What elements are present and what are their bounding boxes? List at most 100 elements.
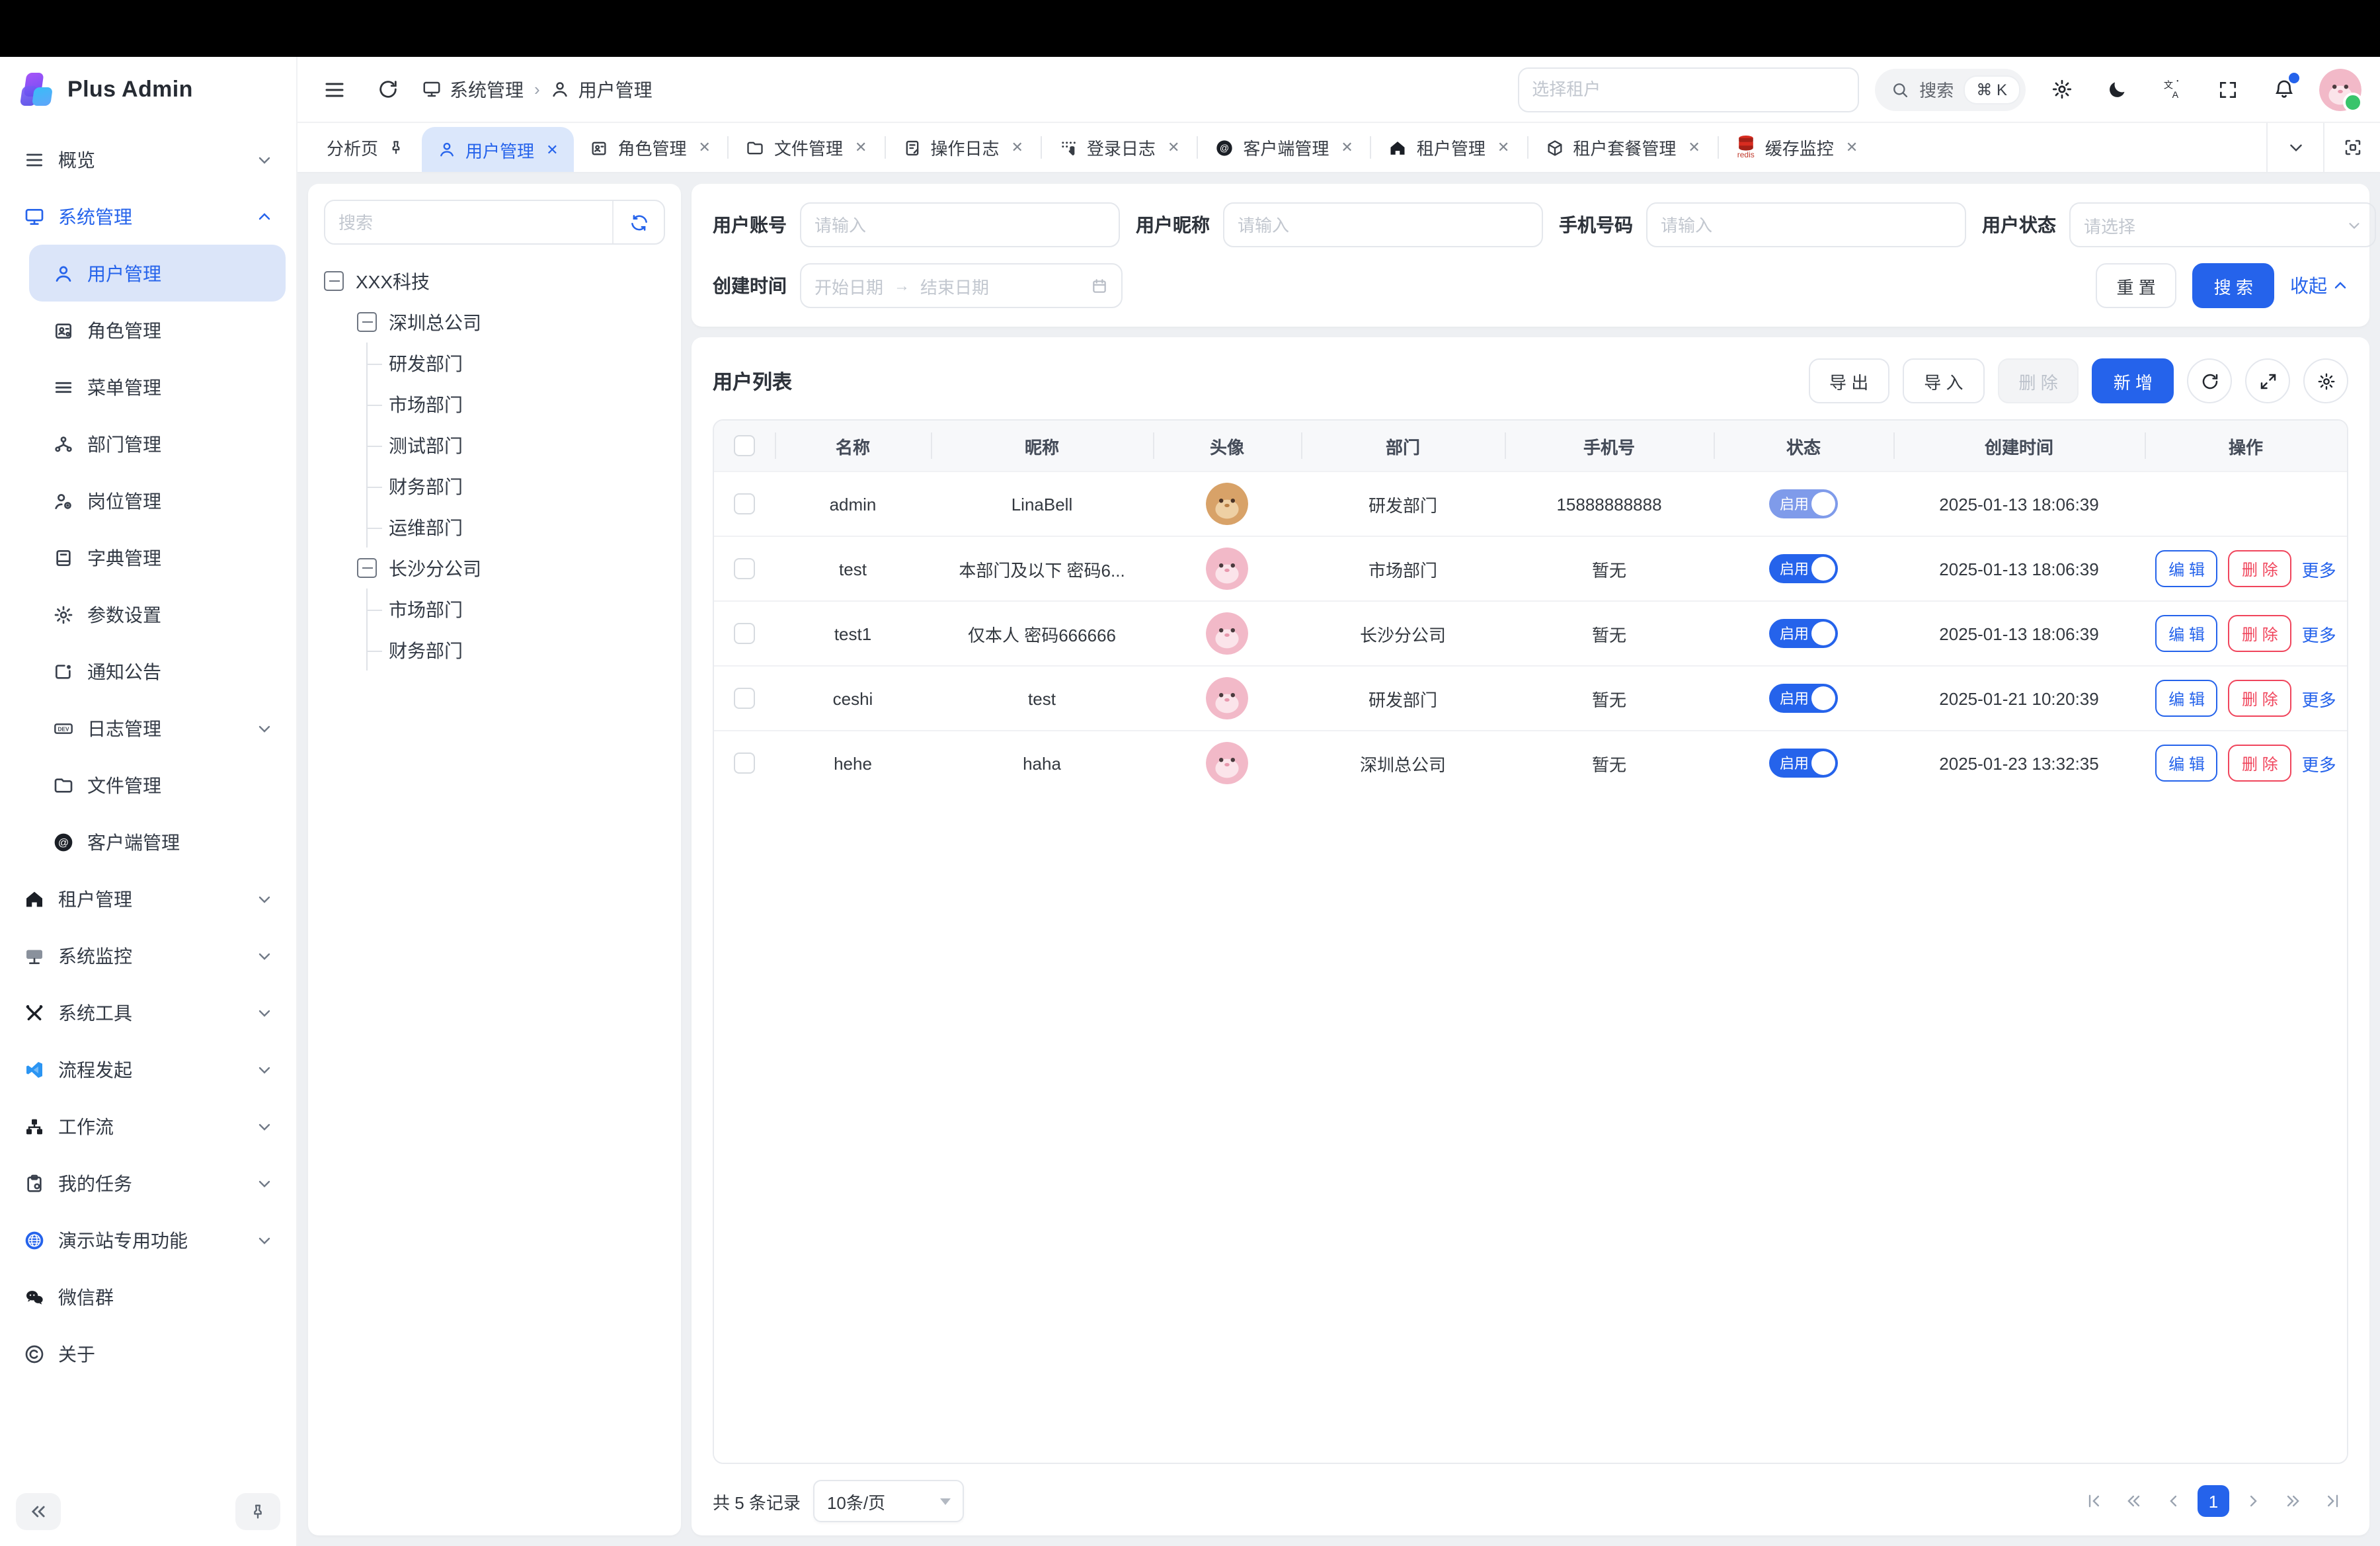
sidebar-item-file-mgmt[interactable]: 文件管理: [29, 756, 286, 813]
sidebar-item-about[interactable]: 关于: [11, 1325, 286, 1382]
row-checkbox[interactable]: [734, 688, 755, 709]
hamburger-menu-icon[interactable]: [316, 71, 353, 108]
content-fullscreen-button[interactable]: [2323, 123, 2380, 172]
add-button[interactable]: 新 增: [2092, 358, 2174, 403]
next-5-pages-button[interactable]: [2277, 1485, 2309, 1517]
collapse-caret-icon[interactable]: [324, 271, 344, 291]
global-search[interactable]: 搜索 ⌘ K: [1874, 68, 2026, 110]
delete-row-button[interactable]: 删 除: [2229, 680, 2291, 717]
more-button[interactable]: 更多: [2302, 556, 2336, 581]
row-checkbox[interactable]: [734, 753, 755, 774]
sidebar-item-system-monitor[interactable]: 系统监控: [11, 927, 286, 984]
tree-node-dept[interactable]: 研发部门: [368, 343, 665, 384]
language-translate-icon[interactable]: 文A: [2153, 69, 2192, 109]
tab-user-mgmt[interactable]: 用户管理 ✕: [422, 127, 574, 172]
settings-gear-icon[interactable]: [2042, 69, 2081, 109]
tree-node-dept[interactable]: 市场部门: [368, 384, 665, 425]
sidebar-item-my-tasks[interactable]: 我的任务: [11, 1155, 286, 1211]
delete-button[interactable]: 删 除: [1998, 358, 2079, 403]
avatar[interactable]: [1206, 612, 1248, 655]
tree-node-branch[interactable]: 深圳总公司: [357, 302, 665, 343]
sidebar-item-menu-mgmt[interactable]: 菜单管理: [29, 358, 286, 415]
sidebar-item-notice[interactable]: 通知公告: [29, 643, 286, 700]
tab-list-dropdown-button[interactable]: [2266, 123, 2323, 172]
row-checkbox[interactable]: [734, 623, 755, 644]
tree-node-dept[interactable]: 财务部门: [368, 630, 665, 671]
search-button[interactable]: 搜 索: [2193, 263, 2274, 308]
table-fullscreen-button[interactable]: [2245, 358, 2290, 403]
status-toggle[interactable]: 启用: [1769, 619, 1838, 648]
sidebar-item-overview[interactable]: 概览: [11, 131, 286, 188]
sidebar-item-dept-mgmt[interactable]: 部门管理: [29, 415, 286, 472]
tree-node-company[interactable]: XXX科技: [324, 261, 665, 302]
close-icon[interactable]: ✕: [699, 139, 711, 156]
close-icon[interactable]: ✕: [1846, 139, 1858, 156]
sidebar-item-param-settings[interactable]: 参数设置: [29, 586, 286, 643]
tab-cache-monitor[interactable]: redis 缓存监控 ✕: [1720, 123, 1874, 172]
nickname-input[interactable]: [1223, 202, 1543, 247]
export-button[interactable]: 导 出: [1808, 358, 1889, 403]
next-page-button[interactable]: [2237, 1485, 2269, 1517]
phone-input[interactable]: [1646, 202, 1966, 247]
delete-row-button[interactable]: 删 除: [2229, 745, 2291, 782]
collapse-caret-icon[interactable]: [357, 558, 377, 578]
tab-operation-log[interactable]: 操作日志 ✕: [887, 123, 1039, 172]
current-page-button[interactable]: 1: [2198, 1485, 2229, 1517]
more-button[interactable]: 更多: [2302, 686, 2336, 711]
tree-refresh-icon[interactable]: [612, 201, 664, 243]
user-avatar[interactable]: [2319, 68, 2361, 110]
sidebar-item-system-mgmt[interactable]: 系统管理: [11, 188, 286, 245]
close-icon[interactable]: ✕: [1688, 139, 1700, 156]
avatar[interactable]: [1206, 742, 1248, 784]
tree-node-dept[interactable]: 测试部门: [368, 425, 665, 466]
dark-mode-moon-icon[interactable]: [2097, 69, 2137, 109]
avatar[interactable]: [1206, 677, 1248, 719]
collapse-sidebar-button[interactable]: [16, 1493, 61, 1530]
table-refresh-button[interactable]: [2187, 358, 2232, 403]
breadcrumb-user-mgmt[interactable]: 用户管理: [551, 76, 653, 102]
account-input[interactable]: [800, 202, 1120, 247]
tree-node-branch[interactable]: 长沙分公司: [357, 548, 665, 589]
status-toggle[interactable]: 启用: [1769, 489, 1838, 518]
prev-5-pages-button[interactable]: [2118, 1485, 2150, 1517]
close-icon[interactable]: ✕: [855, 139, 867, 156]
status-toggle[interactable]: 启用: [1769, 554, 1838, 583]
tenant-select-input[interactable]: [1517, 67, 1858, 112]
row-checkbox[interactable]: [734, 493, 755, 514]
page-size-select[interactable]: 10条/页: [814, 1480, 965, 1522]
sidebar-item-process-start[interactable]: 流程发起: [11, 1041, 286, 1098]
collapse-caret-icon[interactable]: [357, 312, 377, 332]
sidebar-item-post-mgmt[interactable]: 岗位管理: [29, 472, 286, 529]
collapse-filters-link[interactable]: 收起: [2290, 272, 2348, 299]
avatar[interactable]: [1206, 548, 1248, 590]
sidebar-item-role-mgmt[interactable]: 角色管理: [29, 302, 286, 358]
sidebar-item-demo-features[interactable]: 演示站专用功能: [11, 1211, 286, 1268]
tab-client-mgmt[interactable]: @ 客户端管理 ✕: [1199, 123, 1368, 172]
fullscreen-icon[interactable]: [2208, 69, 2248, 109]
date-range-picker[interactable]: 开始日期 → 结束日期: [800, 263, 1123, 308]
sidebar-item-dict-mgmt[interactable]: 字典管理: [29, 529, 286, 586]
pin-icon[interactable]: [387, 138, 406, 157]
tab-role-mgmt[interactable]: 角色管理 ✕: [575, 123, 727, 172]
sidebar-item-user-mgmt[interactable]: 用户管理: [29, 245, 286, 302]
sidebar-item-system-tools[interactable]: 系统工具: [11, 984, 286, 1041]
reset-button[interactable]: 重 置: [2096, 263, 2177, 308]
avatar[interactable]: [1206, 483, 1248, 525]
more-button[interactable]: 更多: [2302, 751, 2336, 776]
last-page-button[interactable]: [2317, 1485, 2348, 1517]
delete-row-button[interactable]: 删 除: [2229, 615, 2291, 652]
refresh-icon[interactable]: [369, 71, 406, 108]
sidebar-item-wechat-group[interactable]: 微信群: [11, 1268, 286, 1325]
delete-row-button[interactable]: 删 除: [2229, 550, 2291, 587]
tree-search-input[interactable]: [325, 201, 612, 243]
sidebar-item-client-mgmt[interactable]: @ 客户端管理: [29, 813, 286, 870]
prev-page-button[interactable]: [2158, 1485, 2190, 1517]
logo[interactable]: Plus Admin: [0, 57, 296, 123]
tab-file-mgmt[interactable]: 文件管理 ✕: [731, 123, 883, 172]
tab-login-log[interactable]: 登录日志 ✕: [1043, 123, 1195, 172]
tab-tenant-package-mgmt[interactable]: 租户套餐管理 ✕: [1529, 123, 1716, 172]
close-icon[interactable]: ✕: [546, 141, 558, 158]
import-button[interactable]: 导 入: [1903, 358, 1984, 403]
tree-node-dept[interactable]: 市场部门: [368, 589, 665, 630]
sidebar-item-workflow[interactable]: 工作流: [11, 1098, 286, 1155]
